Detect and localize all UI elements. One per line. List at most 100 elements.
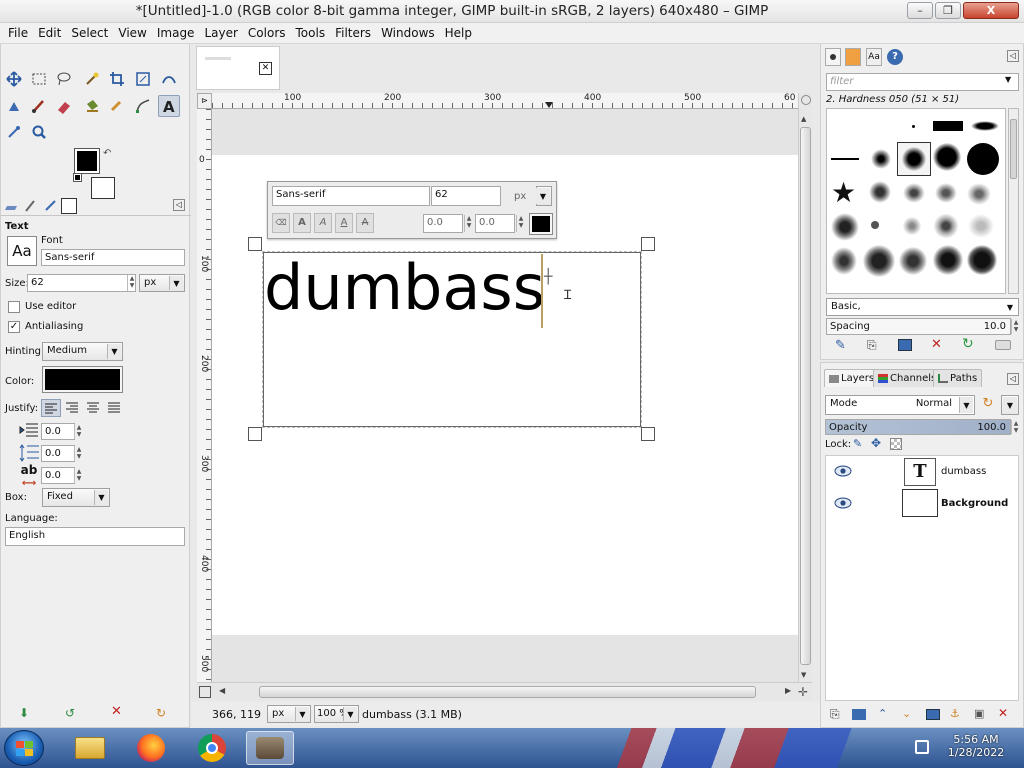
taskbar-clock[interactable]: 5:56 AM 1/28/2022 [940,733,1012,759]
brush-item[interactable] [871,221,879,229]
brush-item[interactable] [933,245,963,275]
kerning-spinner[interactable]: ▲ ▼ [516,215,525,232]
brush-item[interactable] [971,121,999,131]
foreground-color-swatch[interactable] [74,148,100,174]
fuzzy-select-tool-icon[interactable] [81,68,103,90]
chrome-taskbar-button[interactable] [188,731,236,765]
new-brush-icon[interactable]: ⎘ [867,338,877,353]
opacity-spinner[interactable]: ▲ ▼ [1011,420,1020,434]
start-button[interactable] [4,730,44,766]
use-editor-checkbox[interactable] [8,301,20,313]
patterns-tab-icon[interactable] [845,48,861,66]
line-spacing-field[interactable]: 0.0 [41,445,75,462]
paintbrush-tool-icon[interactable] [28,95,50,117]
new-layer-group-icon[interactable] [852,709,866,720]
quick-mask-icon[interactable] [199,686,211,698]
resize-handle-bottom-right[interactable] [641,427,655,441]
lasso-tool-icon[interactable] [53,68,75,90]
text-color-button[interactable] [42,366,123,393]
brush-item[interactable] [901,215,923,237]
brush-item[interactable] [933,143,961,171]
menu-windows[interactable]: Windows [377,26,439,40]
eraser-tool-icon[interactable] [53,95,75,117]
brush-item[interactable] [967,183,991,205]
opacity-slider[interactable]: Opacity 100.0 [825,419,1011,435]
tab-channels[interactable]: Channels [873,369,942,387]
layer-name[interactable]: dumbass [941,466,986,477]
scroll-up-icon[interactable]: ▲ [801,115,806,123]
menu-filters[interactable]: Filters [331,26,375,40]
configure-tab-icon[interactable]: ◁ [173,199,185,211]
box-select[interactable]: Fixed ▼ [42,488,110,507]
horizontal-scrollbar[interactable]: ◀ ▶ ✛ [197,682,812,700]
default-colors-icon[interactable] [73,173,82,182]
bucket-fill-tool-icon[interactable] [81,95,103,117]
reset-options-icon[interactable]: ↻ [156,706,166,720]
resize-handle-bottom-left[interactable] [248,427,262,441]
brush-filter-input[interactable]: filter [826,73,1019,91]
fonts-tab-icon[interactable]: Aa [866,48,882,66]
brush-item[interactable] [899,247,927,275]
lock-position-icon[interactable]: ✥ [871,436,881,450]
brush-item[interactable] [831,213,859,241]
brush-item[interactable] [869,181,891,203]
menu-help[interactable]: Help [441,26,476,40]
menu-select[interactable]: Select [67,26,112,40]
menu-image[interactable]: Image [153,26,199,40]
duplicate-brush-icon[interactable] [898,339,912,351]
visibility-eye-icon[interactable] [834,497,852,509]
justify-right-icon[interactable] [63,400,81,416]
brush-item[interactable] [967,213,995,239]
anchor-layer-icon[interactable]: ⚓ [950,707,960,720]
configure-tab-icon[interactable]: ◁ [1007,50,1019,62]
resize-handle-top-right[interactable] [641,237,655,251]
mask-layer-icon[interactable]: ▣ [974,707,984,720]
toolbar-unit-select[interactable]: ▼ [536,186,552,206]
toolbar-color-button[interactable] [529,213,553,235]
chevron-down-icon[interactable]: ▼ [1005,75,1011,84]
images-tab-icon[interactable] [61,198,77,214]
file-explorer-taskbar-button[interactable] [66,731,114,765]
brush-item[interactable] [831,247,857,275]
line-spacing-spinner[interactable]: ▲ ▼ [74,446,83,461]
rect-select-tool-icon[interactable] [28,68,50,90]
network-icon[interactable] [915,740,929,754]
justify-fill-icon[interactable] [105,400,123,416]
hinting-select[interactable]: Medium ▼ [42,342,123,361]
warp-tool-icon[interactable] [158,68,180,90]
save-options-icon[interactable]: ⬇ [19,706,29,720]
duplicate-layer-icon[interactable] [926,709,940,720]
configure-tab-icon[interactable]: ◁ [1007,373,1019,385]
move-tool-icon[interactable] [3,68,25,90]
font-field[interactable]: Sans-serif [41,249,185,266]
firefox-taskbar-button[interactable] [127,731,175,765]
scroll-right-icon[interactable]: ▶ [785,686,791,695]
image-tab[interactable]: ✕ [196,46,280,90]
swap-colors-icon[interactable]: ↶ [103,148,111,159]
clone-tool-icon[interactable] [3,95,25,117]
zoom-tool-icon[interactable] [28,121,50,143]
lock-pixels-icon[interactable]: ✎ [853,437,862,450]
italic-icon[interactable]: A [314,213,332,233]
switch-mode-icon[interactable]: ↻ [979,396,997,414]
tab-paths[interactable]: Paths [933,369,983,387]
justify-left-icon[interactable] [41,399,61,417]
menu-edit[interactable]: Edit [34,26,65,40]
tool-options-tab-icon[interactable] [3,198,19,214]
smudge-tool-icon[interactable] [106,95,128,117]
spacing-field[interactable]: Spacing 10.0 [826,318,1011,335]
mode-group-select[interactable]: ▼ [1001,395,1019,415]
baseline-spinner[interactable]: ▲ ▼ [464,215,473,232]
indent-field[interactable]: 0.0 [41,423,75,440]
justify-center-icon[interactable] [84,400,102,416]
clear-style-icon[interactable]: ⌫ [272,213,290,233]
brush-grid[interactable]: ★ [826,108,1006,294]
brush-item[interactable] [903,183,925,203]
close-tab-icon[interactable]: ✕ [259,62,272,75]
brush-item[interactable] [831,158,859,160]
bold-icon[interactable]: A [293,213,311,233]
layer-row[interactable]: Background [824,488,1020,520]
ruler-corner-icon[interactable]: ⊳ [197,93,212,109]
menu-file[interactable]: File [4,26,32,40]
menu-colors[interactable]: Colors [244,26,290,40]
